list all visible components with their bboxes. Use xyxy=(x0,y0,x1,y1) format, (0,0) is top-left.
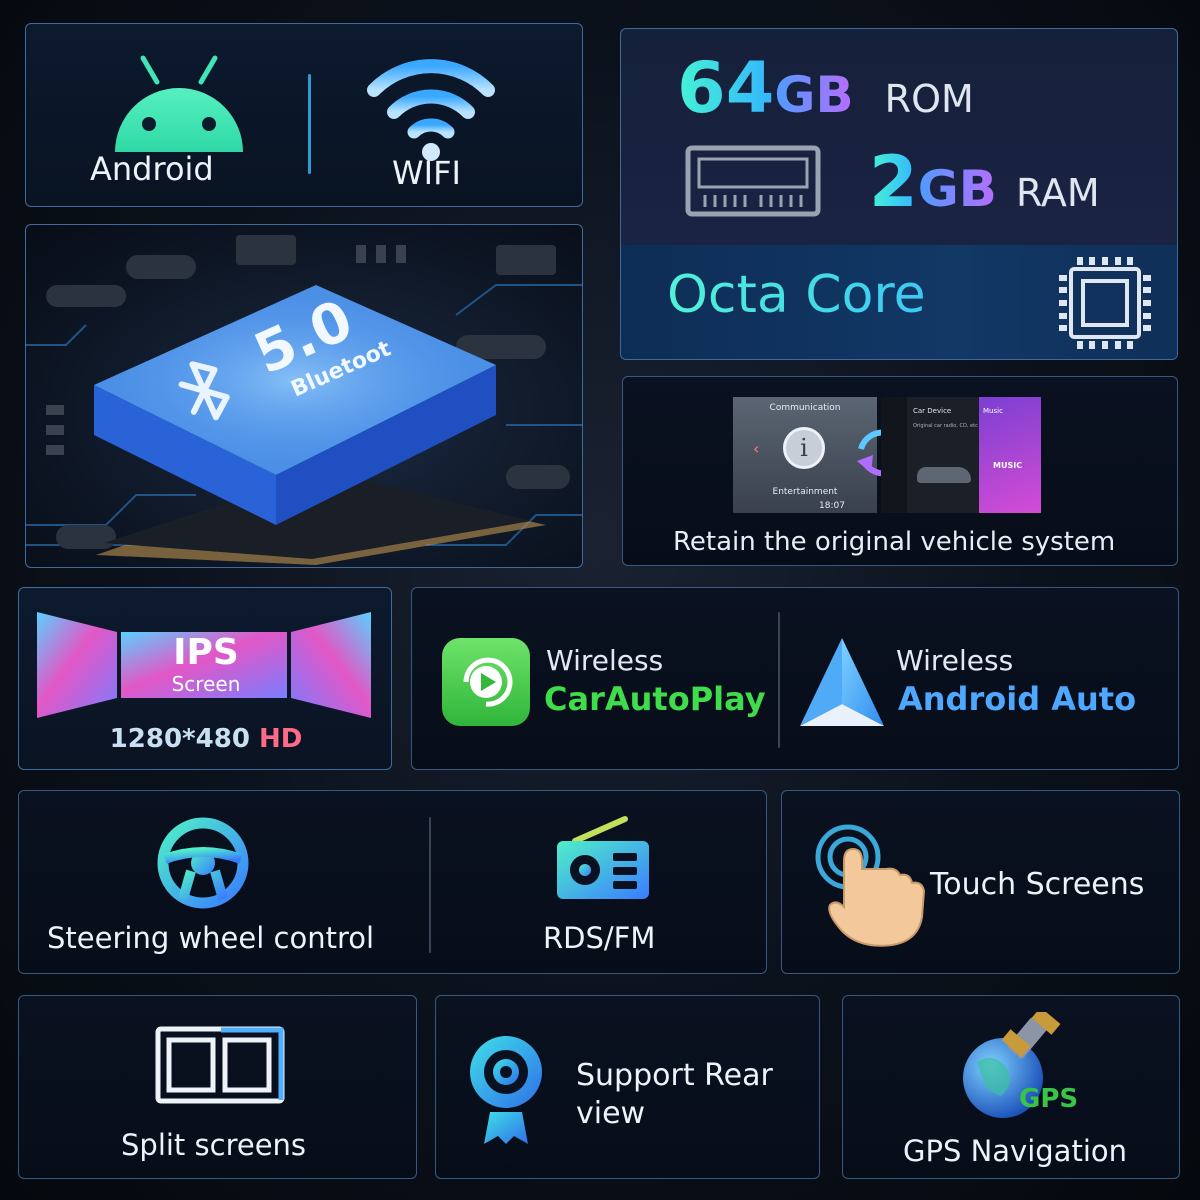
rom-value: 64 xyxy=(677,47,775,129)
music-badge: MUSIC xyxy=(993,461,1023,470)
wifi-icon xyxy=(366,46,496,166)
gps-badge: GPS xyxy=(1019,1084,1079,1114)
screen-title: Communication xyxy=(769,403,841,413)
music-title: Music xyxy=(983,407,1003,415)
memory-cpu-card: 64GB ROM 2GB RAM Octa Core xyxy=(620,28,1178,360)
touch-card: Touch Screens xyxy=(781,790,1180,974)
ram-row: 2GB RAM xyxy=(869,141,1100,223)
music-card: Music MUSIC xyxy=(979,397,1041,513)
rear-view-card: Support Rear view xyxy=(435,995,820,1179)
original-system-caption: Retain the original vehicle system xyxy=(673,527,1116,557)
ram-value: 2 xyxy=(869,141,918,223)
info-icon: i xyxy=(783,427,825,469)
car-device-sub: Original car radio, CD, etc xyxy=(913,423,978,429)
wifi-label: WIFI xyxy=(392,154,461,192)
android-auto-top: Wireless xyxy=(896,644,1014,677)
steering-radio-card: Steering wheel control RDS/FM xyxy=(18,790,767,974)
touch-label: Touch Screens xyxy=(930,867,1145,902)
android-label: Android xyxy=(90,150,214,188)
left-arrow-icon: ‹ xyxy=(753,439,760,458)
split-label: Split screens xyxy=(121,1128,307,1162)
original-system-card: Communication i ‹ Entertainment 18:07 Ca… xyxy=(622,376,1178,566)
split-card: Split screens xyxy=(18,995,417,1179)
rear-label-line1: Support Rear xyxy=(576,1058,773,1093)
car-device-title: Car Device xyxy=(913,407,952,415)
resolution-row: 1280*480 HD xyxy=(19,724,391,754)
android-icon xyxy=(111,52,247,156)
android-auto-icon xyxy=(796,634,888,730)
carplay-icon xyxy=(440,636,532,728)
rom-label: ROM xyxy=(884,77,974,121)
side-menu xyxy=(881,397,907,513)
divider xyxy=(429,817,431,953)
cpu-label: Octa Core xyxy=(667,265,926,325)
gps-label: GPS Navigation xyxy=(903,1134,1127,1168)
steering-label: Steering wheel control xyxy=(47,921,375,955)
rom-unit: GB xyxy=(774,66,854,124)
gps-card: GPS GPS Navigation xyxy=(842,995,1180,1179)
divider xyxy=(308,74,311,174)
rom-row: 64GB ROM xyxy=(677,47,974,129)
split-screen-icon xyxy=(155,1026,285,1104)
carplay-name: CarAutoPlay xyxy=(544,680,766,718)
radio-label: RDS/FM xyxy=(543,921,656,955)
memory-chip-icon xyxy=(685,145,821,221)
radio-icon xyxy=(555,815,651,901)
steering-wheel-icon xyxy=(155,815,251,911)
screen-time: 18:07 xyxy=(819,501,845,511)
cpu-band: Octa Core xyxy=(621,245,1177,359)
cpu-icon xyxy=(1057,255,1153,351)
resolution-value: 1280*480 xyxy=(109,724,250,754)
divider xyxy=(778,612,780,748)
ips-badge-big: IPS xyxy=(173,632,239,673)
car-screen-right: Car Device Original car radio, CD, etc M… xyxy=(881,397,1041,513)
screen-bottom: Entertainment xyxy=(772,487,838,497)
ram-unit: GB xyxy=(917,160,997,218)
car-silhouette-icon xyxy=(917,467,971,483)
android-auto-name: Android Auto xyxy=(898,680,1137,718)
ips-card: IPS Screen 1280*480 HD xyxy=(18,587,392,770)
hd-label: HD xyxy=(258,724,303,754)
android-wifi-card: Android WIFI xyxy=(25,23,583,207)
carplay-top: Wireless xyxy=(546,644,664,677)
ram-label: RAM xyxy=(1015,171,1100,215)
camera-icon xyxy=(466,1032,546,1148)
rear-label-line2: view xyxy=(576,1096,646,1131)
wireless-card: Wireless CarAutoPlay Wireless Android Au… xyxy=(411,587,1179,770)
touch-icon xyxy=(812,821,932,951)
bluetooth-card: 5.0 Bluetoot xyxy=(25,224,583,568)
ips-badge-small: Screen xyxy=(171,672,241,696)
